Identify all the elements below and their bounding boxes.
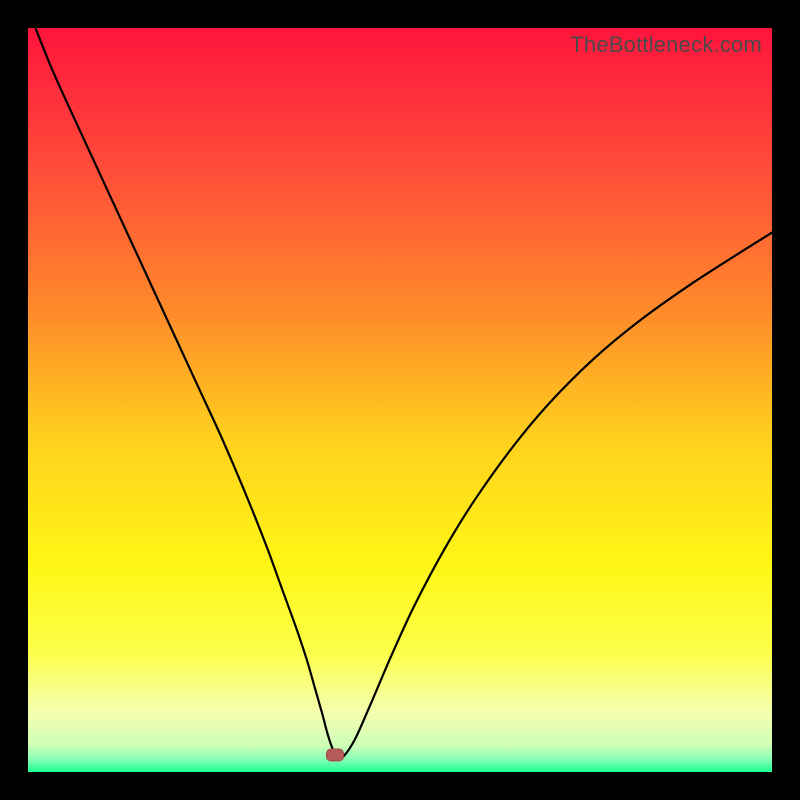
watermark-text: TheBottleneck.com [570,32,762,58]
optimal-point-marker [326,748,344,761]
chart-frame: TheBottleneck.com [0,0,800,800]
plot-area: TheBottleneck.com [28,28,772,772]
bottleneck-curve [28,28,772,772]
